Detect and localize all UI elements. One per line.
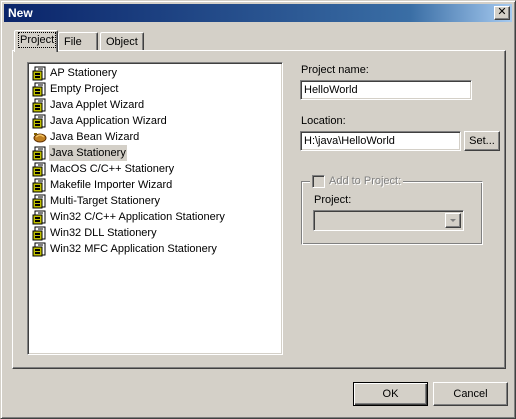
stationery-icon bbox=[32, 97, 48, 113]
tab-object[interactable]: Object bbox=[100, 32, 144, 51]
list-item[interactable]: Win32 DLL Stationery bbox=[30, 225, 282, 241]
list-item-label: Win32 C/C++ Application Stationery bbox=[50, 211, 225, 223]
list-item-label: Win32 MFC Application Stationery bbox=[50, 243, 217, 255]
tab-file-label: File bbox=[64, 36, 82, 48]
list-item[interactable]: AP Stationery bbox=[30, 65, 282, 81]
project-combo-label: Project: bbox=[314, 194, 352, 206]
list-item[interactable]: Java Applet Wizard bbox=[30, 97, 282, 113]
list-item-label: Empty Project bbox=[50, 83, 119, 95]
add-to-project-checkbox[interactable] bbox=[312, 174, 325, 188]
stationery-icon bbox=[32, 209, 48, 225]
combo-dropdown-button[interactable] bbox=[445, 213, 461, 228]
list-item-label: Java Applet Wizard bbox=[50, 99, 145, 111]
list-item-label: Java Application Wizard bbox=[50, 115, 167, 127]
list-item[interactable]: Win32 C/C++ Application Stationery bbox=[30, 209, 282, 225]
stationery-icon bbox=[32, 81, 48, 97]
list-item-label: Win32 DLL Stationery bbox=[50, 227, 157, 239]
close-button[interactable]: ✕ bbox=[494, 6, 510, 20]
tab-object-label: Object bbox=[106, 36, 138, 48]
add-to-project-legend: Add to Project: bbox=[310, 174, 404, 188]
close-icon: ✕ bbox=[497, 6, 507, 18]
project-type-list[interactable]: AP Stationery Empty Project Java Applet … bbox=[27, 62, 283, 355]
tab-file[interactable]: File bbox=[58, 32, 98, 51]
stationery-icon bbox=[32, 65, 48, 81]
project-combo[interactable] bbox=[313, 210, 464, 231]
stationery-icon bbox=[32, 241, 48, 257]
list-item[interactable]: Java Bean Wizard bbox=[30, 129, 282, 145]
location-input[interactable]: H:\java\HelloWorld bbox=[300, 131, 461, 151]
list-item-label: Makefile Importer Wizard bbox=[50, 179, 173, 191]
stationery-icon bbox=[32, 113, 48, 129]
location-label: Location: bbox=[301, 115, 346, 127]
title-bar[interactable]: New ✕ bbox=[4, 4, 512, 22]
project-name-label: Project name: bbox=[301, 64, 369, 76]
list-item-label: MacOS C/C++ Stationery bbox=[50, 163, 175, 175]
cancel-button[interactable]: Cancel bbox=[433, 382, 508, 406]
stationery-icon bbox=[32, 161, 48, 177]
stationery-icon bbox=[32, 177, 48, 193]
ok-button[interactable]: OK bbox=[353, 382, 428, 406]
list-item[interactable]: Empty Project bbox=[30, 81, 282, 97]
stationery-icon bbox=[32, 145, 48, 161]
stationery-icon bbox=[32, 225, 48, 241]
java-bean-icon bbox=[32, 129, 48, 145]
stationery-icon bbox=[32, 193, 48, 209]
window-title: New bbox=[8, 6, 33, 20]
list-item-label: AP Stationery bbox=[50, 67, 118, 79]
project-name-input[interactable]: HelloWorld bbox=[300, 80, 472, 100]
list-item[interactable]: Win32 MFC Application Stationery bbox=[30, 241, 282, 257]
list-item-label: Java Bean Wizard bbox=[50, 131, 140, 143]
list-item-label: Java Stationery bbox=[49, 145, 127, 161]
list-item[interactable]: Multi-Target Stationery bbox=[30, 193, 282, 209]
list-item[interactable]: Java Stationery bbox=[30, 145, 282, 161]
list-item[interactable]: Makefile Importer Wizard bbox=[30, 177, 282, 193]
chevron-down-icon bbox=[450, 219, 456, 222]
tab-project-label: Project bbox=[17, 32, 57, 48]
list-item[interactable]: MacOS C/C++ Stationery bbox=[30, 161, 282, 177]
set-location-button[interactable]: Set... bbox=[464, 131, 500, 151]
add-to-project-label: Add to Project: bbox=[329, 175, 402, 187]
list-item-label: Multi-Target Stationery bbox=[50, 195, 161, 207]
tab-project[interactable]: Project bbox=[14, 30, 58, 52]
list-item[interactable]: Java Application Wizard bbox=[30, 113, 282, 129]
